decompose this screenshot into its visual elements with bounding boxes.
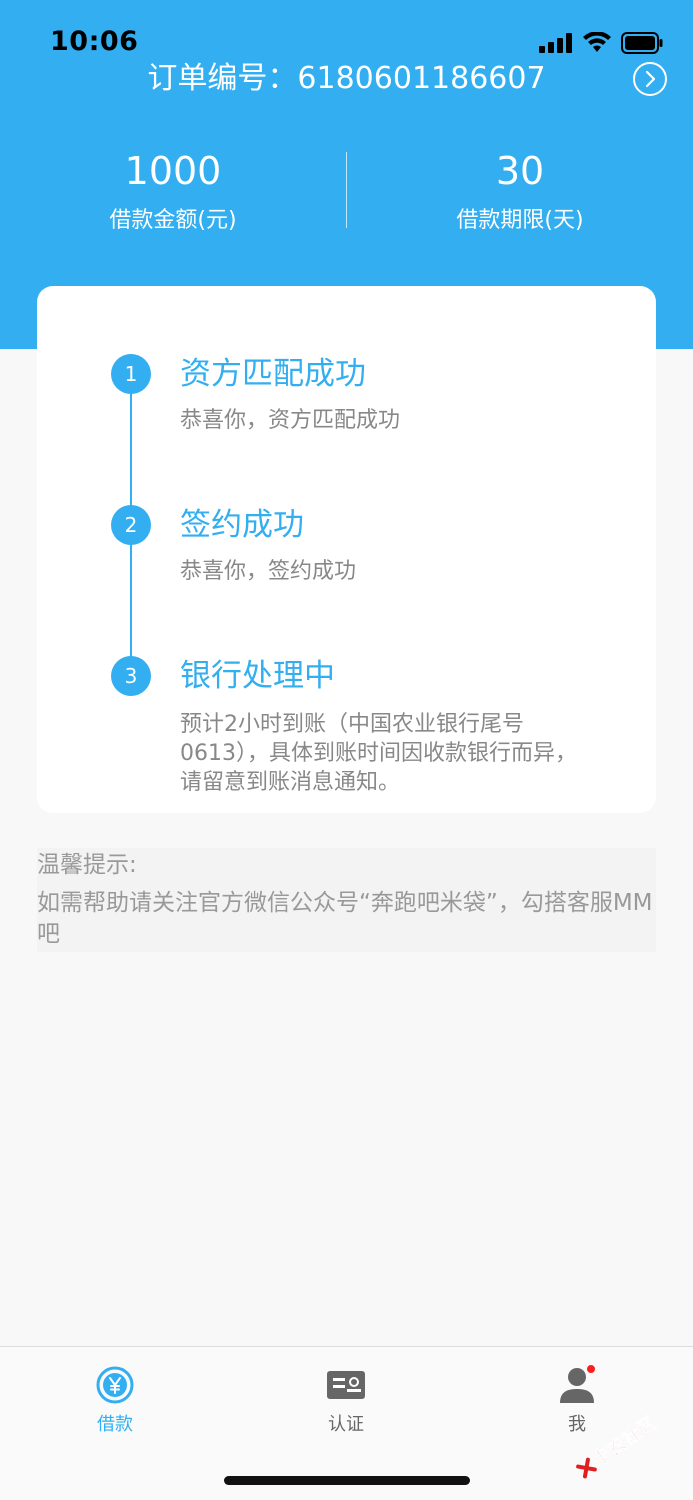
wifi-icon: [583, 32, 611, 52]
chevron-right-icon: [645, 70, 656, 88]
loan-term-label: 借款期限(天): [456, 208, 584, 233]
tab-verify[interactable]: 认证: [296, 1363, 396, 1439]
loan-amount-value: 1000: [124, 149, 222, 193]
step-description: 恭喜你，签约成功: [180, 559, 357, 584]
tips-title: 温馨提示:: [37, 852, 137, 878]
tab-label: 借款: [97, 1414, 133, 1435]
order-row: 订单编号：6180601186607: [0, 56, 693, 102]
tips-body: 如需帮助请关注官方微信公众号“奔跑吧米袋”，勾搭客服MM吧: [37, 890, 653, 947]
step-title: 签约成功: [180, 507, 304, 543]
step-title: 银行处理中: [180, 658, 335, 694]
order-number-text: 订单编号：6180601186607: [0, 56, 693, 102]
step-number: 1: [111, 354, 151, 394]
home-indicator[interactable]: [224, 1476, 470, 1485]
signal-icon: [539, 33, 572, 53]
step-number: 2: [111, 505, 151, 545]
order-label: 订单编号：: [147, 61, 298, 96]
step-description: 预计2小时到账（中国农业银行尾号0613），具体到账时间因收款银行而异，请留意到…: [180, 712, 577, 795]
loan-amount: 1000 借款金额(元): [0, 148, 346, 236]
loan-term: 30 借款期限(天): [347, 148, 693, 236]
tips-box: 温馨提示: 如需帮助请关注官方微信公众号“奔跑吧米袋”，勾搭客服MM吧: [37, 848, 656, 952]
notification-badge: [585, 1363, 597, 1375]
tab-loan[interactable]: 借款: [65, 1363, 165, 1439]
order-detail-button[interactable]: [633, 62, 667, 96]
yen-circle-icon: [96, 1366, 134, 1404]
status-time: 10:06: [50, 26, 139, 57]
svg-text:卡农社区: 卡农社区: [588, 1412, 660, 1471]
step-title: 资方匹配成功: [180, 356, 366, 392]
status-icons: [539, 32, 663, 54]
order-number: 6180601186607: [297, 61, 546, 96]
id-card-icon: [327, 1371, 365, 1399]
loan-term-value: 30: [495, 149, 545, 193]
loan-amount-label: 借款金额(元): [109, 208, 237, 233]
progress-card: 1 资方匹配成功 恭喜你，资方匹配成功 2 签约成功 恭喜你，签约成功 3 银行…: [37, 286, 656, 813]
step-description: 恭喜你，资方匹配成功: [180, 408, 401, 433]
step-number: 3: [111, 656, 151, 696]
watermark-logo: 卡农社区: [563, 1400, 683, 1480]
tab-label: 认证: [328, 1414, 364, 1435]
battery-icon: [621, 32, 663, 54]
